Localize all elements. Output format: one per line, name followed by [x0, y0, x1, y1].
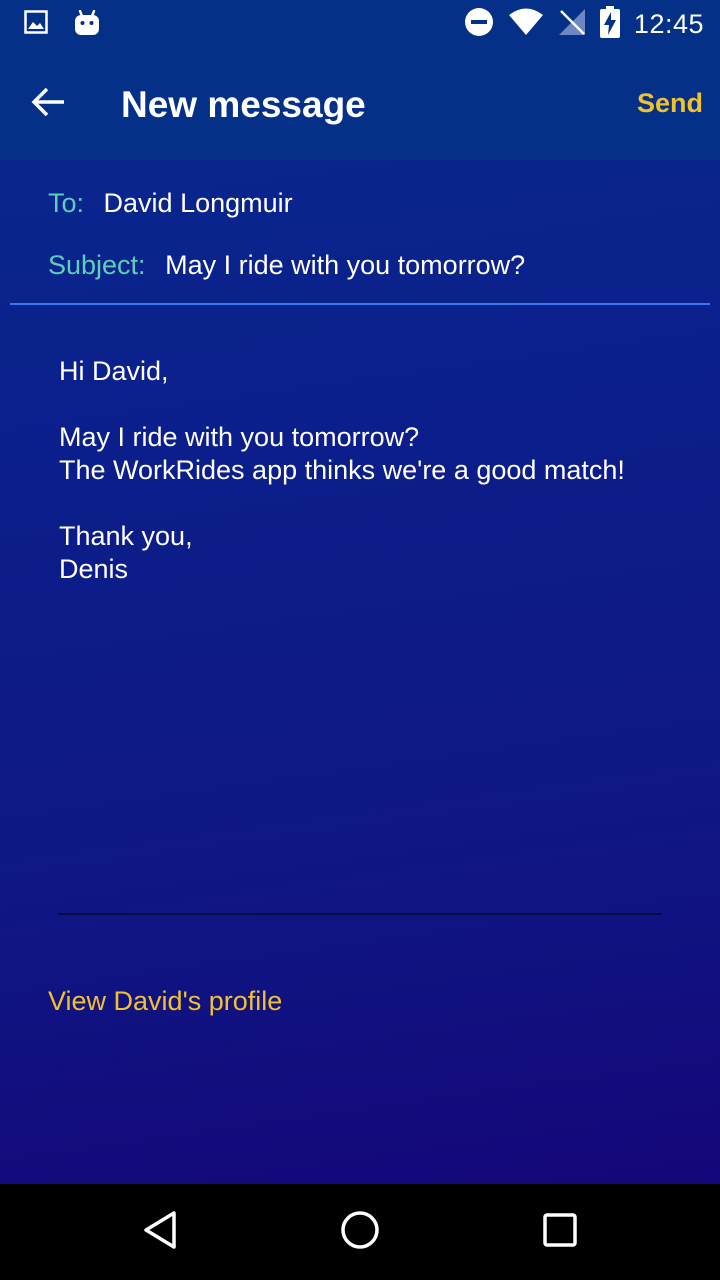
subject-label: Subject:: [48, 250, 146, 280]
nav-recents-button[interactable]: [534, 1206, 586, 1258]
image-notification-icon: [24, 10, 48, 43]
send-button[interactable]: Send: [637, 88, 703, 119]
home-circle-icon: [340, 1210, 380, 1255]
message-closing: Thank you,: [59, 521, 193, 551]
nav-back-button[interactable]: [134, 1206, 186, 1258]
no-signal-icon: [558, 8, 586, 41]
message-line-1: May I ride with you tomorrow?: [59, 422, 420, 452]
message-line-2: The WorkRides app thinks we're a good ma…: [59, 455, 625, 485]
status-bar: 12:45: [0, 0, 720, 48]
back-button[interactable]: [22, 78, 74, 130]
system-nav-bar: [0, 1184, 720, 1280]
battery-charging-icon: [599, 5, 620, 43]
nav-home-button[interactable]: [334, 1206, 386, 1258]
view-profile-link[interactable]: View David's profile: [48, 986, 282, 1017]
status-time: 12:45: [633, 8, 704, 39]
message-body[interactable]: Hi David, May I ride with you tomorrow? …: [59, 355, 679, 586]
subject-field[interactable]: Subject: May I ride with you tomorrow?: [48, 250, 525, 281]
message-greeting: Hi David,: [59, 356, 169, 386]
arrow-left-icon: [31, 87, 65, 122]
compose-screen: 12:45 New message Send To: David Longmui…: [0, 0, 720, 1184]
header-divider: [10, 303, 710, 305]
body-divider: [58, 913, 662, 915]
to-field[interactable]: To: David Longmuir: [48, 188, 293, 219]
to-label: To:: [48, 188, 85, 218]
page-title: New message: [121, 84, 366, 125]
back-triangle-icon: [142, 1210, 178, 1255]
do-not-disturb-icon: [464, 7, 494, 42]
recents-square-icon: [542, 1212, 578, 1253]
message-signature: Denis: [59, 554, 129, 584]
to-value[interactable]: David Longmuir: [104, 188, 293, 218]
android-notification-icon: [74, 9, 100, 43]
app-bar: New message Send: [0, 48, 720, 160]
subject-value[interactable]: May I ride with you tomorrow?: [165, 250, 525, 280]
wifi-icon: [508, 8, 544, 41]
